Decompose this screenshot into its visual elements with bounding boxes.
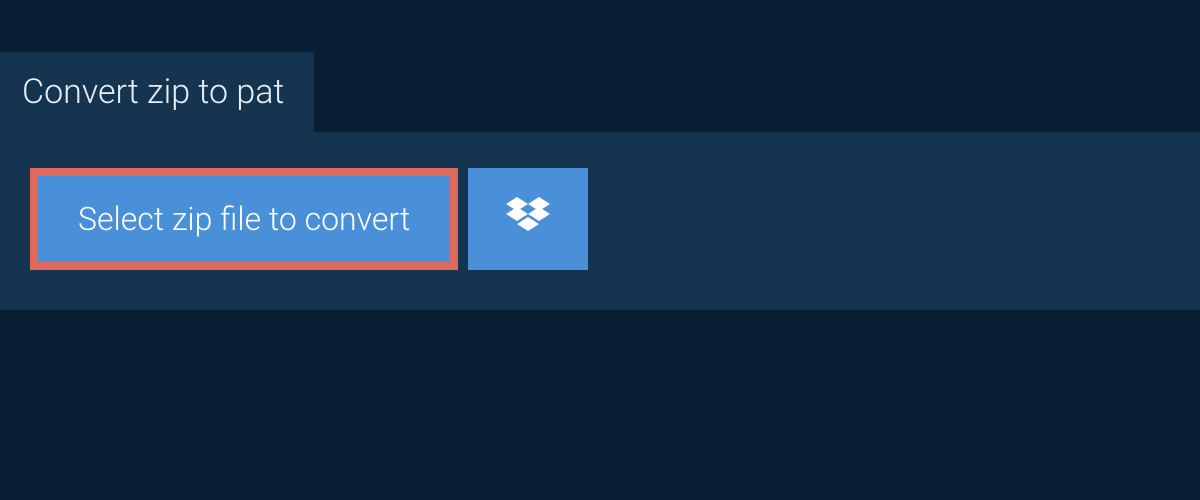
select-file-label: Select zip file to convert <box>78 200 410 238</box>
file-selection-area: Select zip file to convert <box>0 132 1200 310</box>
dropbox-icon <box>506 197 550 241</box>
select-file-button[interactable]: Select zip file to convert <box>30 168 458 270</box>
conversion-tab: Convert zip to pat <box>0 52 314 132</box>
page-title: Convert zip to pat <box>22 72 284 112</box>
dropbox-button[interactable] <box>468 168 588 270</box>
